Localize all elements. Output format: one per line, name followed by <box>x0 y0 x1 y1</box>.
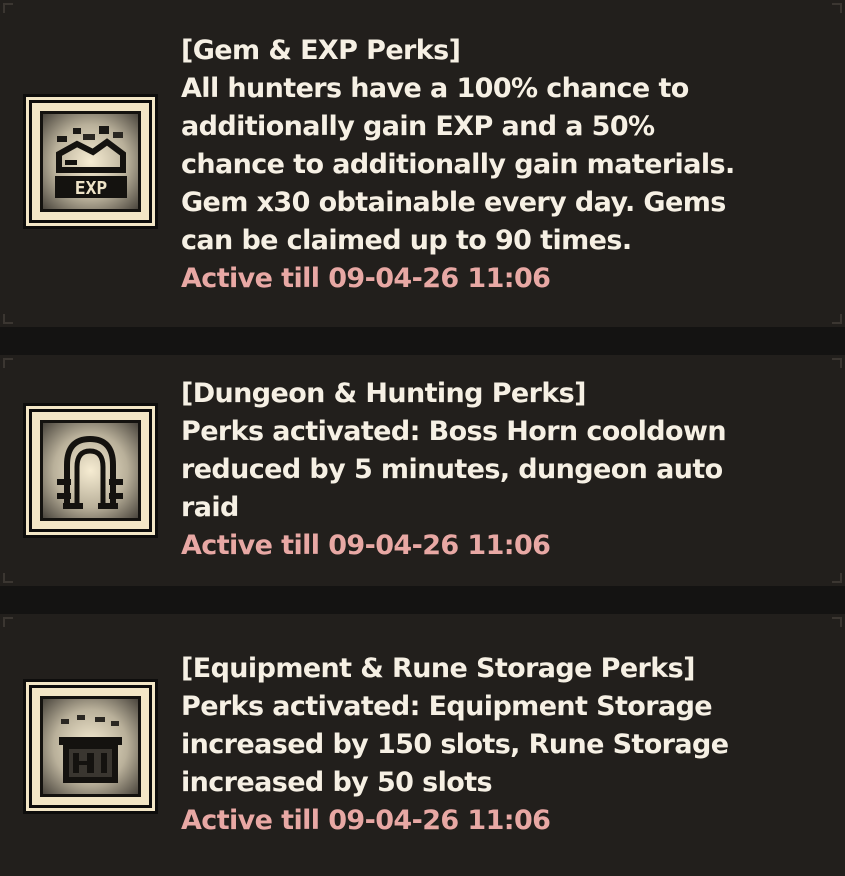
perk-detail-line: raid <box>181 492 239 523</box>
active-until-text: Active till 09-04-26 11:06 <box>181 805 551 836</box>
icon-background <box>40 696 141 797</box>
card-corner-ornament <box>832 3 842 13</box>
card-corner-ornament <box>3 573 13 583</box>
storage-chest-graphic <box>59 715 122 783</box>
perk-description: [Gem & EXP Perks] All hunters have a 100… <box>181 32 833 298</box>
perk-detail-line: additionally gain EXP and a 50% <box>181 111 655 142</box>
active-until-text: Active till 09-04-26 11:06 <box>181 530 551 561</box>
perk-detail-line: chance to additionally gain materials. <box>181 149 735 180</box>
perk-card-dungeon-hunting: [Dungeon & Hunting Perks] Perks activate… <box>0 355 845 586</box>
icon-background <box>40 420 141 521</box>
perk-detail-line: increased by 50 slots <box>181 767 493 798</box>
storage-chest-icon <box>29 685 152 808</box>
card-corner-ornament <box>3 3 13 13</box>
perk-detail-line: Perks activated: Boss Horn cooldown <box>181 416 727 447</box>
exp-ticket-icon: EXP <box>29 100 152 223</box>
perk-title: [Equipment & Rune Storage Perks] <box>181 653 695 684</box>
perk-description: [Equipment & Rune Storage Perks] Perks a… <box>181 650 833 840</box>
perk-detail-line: can be claimed up to 90 times. <box>181 225 632 256</box>
perk-detail-line: reduced by 5 minutes, dungeon auto <box>181 454 723 485</box>
horn-arch-icon <box>29 409 152 532</box>
card-corner-ornament <box>832 617 842 627</box>
perk-detail-line: increased by 150 slots, Rune Storage <box>181 729 729 760</box>
perk-card-gem-exp: EXP [Gem & EXP Perks] All hunters have a… <box>0 0 845 327</box>
card-corner-ornament <box>3 314 13 324</box>
card-corner-ornament <box>832 314 842 324</box>
icon-background: EXP <box>40 111 141 212</box>
horn-arch-graphic <box>57 435 123 509</box>
active-until-text: Active till 09-04-26 11:06 <box>181 263 551 294</box>
perk-description: [Dungeon & Hunting Perks] Perks activate… <box>181 375 833 565</box>
exp-icon-label: EXP <box>75 178 108 199</box>
exp-ticket-graphic: EXP <box>55 126 127 199</box>
card-corner-ornament <box>3 358 13 368</box>
perk-detail-line: All hunters have a 100% chance to <box>181 73 689 104</box>
perk-detail-line: Gem x30 obtainable every day. Gems <box>181 187 726 218</box>
perk-card-equipment-rune-storage: [Equipment & Rune Storage Perks] Perks a… <box>0 614 845 876</box>
card-corner-ornament <box>3 617 13 627</box>
perk-title: [Gem & EXP Perks] <box>181 35 461 66</box>
card-corner-ornament <box>832 573 842 583</box>
perk-title: [Dungeon & Hunting Perks] <box>181 378 586 409</box>
card-corner-ornament <box>832 358 842 368</box>
perk-detail-line: Perks activated: Equipment Storage <box>181 691 713 722</box>
